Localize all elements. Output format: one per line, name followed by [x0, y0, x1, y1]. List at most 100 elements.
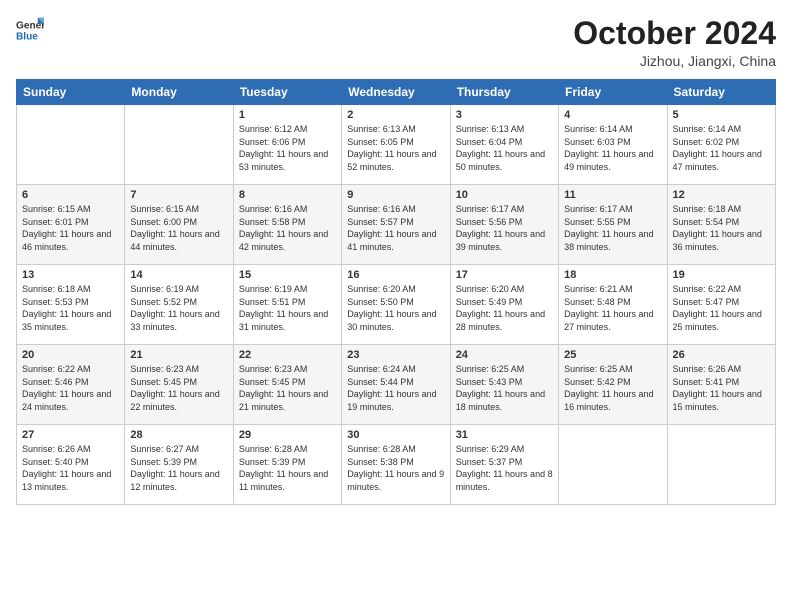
- weekday-header-saturday: Saturday: [667, 80, 775, 105]
- day-number: 16: [347, 269, 444, 281]
- calendar-cell: 13 Sunrise: 6:18 AM Sunset: 5:53 PM Dayli…: [17, 265, 125, 345]
- day-number: 3: [456, 109, 553, 121]
- title-block: October 2024 Jizhou, Jiangxi, China: [573, 16, 776, 69]
- calendar-cell: [559, 425, 667, 505]
- calendar-cell: 22Sunrise: 6:23 AM Sunset: 5:45 PM Dayli…: [233, 345, 341, 425]
- calendar-cell: 1 Sunrise: 6:12 AM Sunset: 6:06 PM Daylig…: [233, 105, 341, 185]
- generalblue-icon: General Blue: [16, 16, 44, 44]
- calendar-week-4: 20 Sunrise: 6:22 AM Sunset: 5:46 PM Dayli…: [17, 345, 776, 425]
- calendar-cell: 14 Sunrise: 6:19 AM Sunset: 5:52 PM Dayli…: [125, 265, 233, 345]
- calendar-cell: 21 Sunrise: 6:23 AM Sunset: 5:45 PM Dayli…: [125, 345, 233, 425]
- day-number: 15: [239, 269, 336, 281]
- cell-info: Sunrise: 6:15 AM Sunset: 6:00 PM Dayligh…: [130, 203, 227, 253]
- day-number: 18: [564, 269, 661, 281]
- day-number: 29: [239, 429, 336, 441]
- day-number: 20: [22, 349, 119, 361]
- cell-info: Sunrise: 6:19 AM Sunset: 5:52 PM Dayligh…: [130, 283, 227, 333]
- cell-info: Sunrise: 6:17 AM Sunset: 5:55 PM Dayligh…: [564, 203, 661, 253]
- cell-info: Sunrise: 6:14 AM Sunset: 6:03 PM Dayligh…: [564, 123, 661, 173]
- calendar-cell: 25Sunrise: 6:25 AM Sunset: 5:42 PM Dayli…: [559, 345, 667, 425]
- day-number: 17: [456, 269, 553, 281]
- calendar-cell: 30 Sunrise: 6:28 AM Sunset: 5:38 PM Dayli…: [342, 425, 450, 505]
- cell-info: Sunrise: 6:23 AM Sunset: 5:45 PM Dayligh…: [130, 363, 227, 413]
- weekday-header-sunday: Sunday: [17, 80, 125, 105]
- calendar-week-1: 1 Sunrise: 6:12 AM Sunset: 6:06 PM Daylig…: [17, 105, 776, 185]
- cell-info: Sunrise: 6:26 AM Sunset: 5:40 PM Dayligh…: [22, 443, 119, 493]
- calendar-cell: 24 Sunrise: 6:25 AM Sunset: 5:43 PM Dayli…: [450, 345, 558, 425]
- day-number: 10: [456, 189, 553, 201]
- cell-info: Sunrise: 6:24 AM Sunset: 5:44 PM Dayligh…: [347, 363, 444, 413]
- calendar-cell: 6 Sunrise: 6:15 AM Sunset: 6:01 PM Daylig…: [17, 185, 125, 265]
- calendar-week-5: 27 Sunrise: 6:26 AM Sunset: 5:40 PM Dayli…: [17, 425, 776, 505]
- day-number: 6: [22, 189, 119, 201]
- cell-info: Sunrise: 6:22 AM Sunset: 5:46 PM Dayligh…: [22, 363, 119, 413]
- cell-info: Sunrise: 6:19 AM Sunset: 5:51 PM Dayligh…: [239, 283, 336, 333]
- calendar-cell: 8 Sunrise: 6:16 AM Sunset: 5:58 PM Daylig…: [233, 185, 341, 265]
- cell-info: Sunrise: 6:20 AM Sunset: 5:49 PM Dayligh…: [456, 283, 553, 333]
- calendar-cell: 7 Sunrise: 6:15 AM Sunset: 6:00 PM Daylig…: [125, 185, 233, 265]
- cell-info: Sunrise: 6:14 AM Sunset: 6:02 PM Dayligh…: [673, 123, 770, 173]
- weekday-header-friday: Friday: [559, 80, 667, 105]
- day-number: 21: [130, 349, 227, 361]
- calendar-cell: 27 Sunrise: 6:26 AM Sunset: 5:40 PM Dayli…: [17, 425, 125, 505]
- day-number: 28: [130, 429, 227, 441]
- weekday-header-tuesday: Tuesday: [233, 80, 341, 105]
- day-number: 27: [22, 429, 119, 441]
- weekday-header-wednesday: Wednesday: [342, 80, 450, 105]
- calendar-week-2: 6 Sunrise: 6:15 AM Sunset: 6:01 PM Daylig…: [17, 185, 776, 265]
- cell-info: Sunrise: 6:13 AM Sunset: 6:04 PM Dayligh…: [456, 123, 553, 173]
- calendar-cell: 2Sunrise: 6:13 AM Sunset: 6:05 PM Daylig…: [342, 105, 450, 185]
- day-number: 8: [239, 189, 336, 201]
- calendar-cell: 9Sunrise: 6:16 AM Sunset: 5:57 PM Daylig…: [342, 185, 450, 265]
- cell-info: Sunrise: 6:17 AM Sunset: 5:56 PM Dayligh…: [456, 203, 553, 253]
- calendar-cell: 19Sunrise: 6:22 AM Sunset: 5:47 PM Dayli…: [667, 265, 775, 345]
- calendar-cell: [17, 105, 125, 185]
- cell-info: Sunrise: 6:13 AM Sunset: 6:05 PM Dayligh…: [347, 123, 444, 173]
- calendar-cell: [125, 105, 233, 185]
- day-number: 31: [456, 429, 553, 441]
- cell-info: Sunrise: 6:12 AM Sunset: 6:06 PM Dayligh…: [239, 123, 336, 173]
- calendar-cell: 31Sunrise: 6:29 AM Sunset: 5:37 PM Dayli…: [450, 425, 558, 505]
- calendar-cell: 15 Sunrise: 6:19 AM Sunset: 5:51 PM Dayli…: [233, 265, 341, 345]
- day-number: 7: [130, 189, 227, 201]
- cell-info: Sunrise: 6:21 AM Sunset: 5:48 PM Dayligh…: [564, 283, 661, 333]
- calendar-cell: 5Sunrise: 6:14 AM Sunset: 6:02 PM Daylig…: [667, 105, 775, 185]
- logo: General Blue: [16, 16, 44, 44]
- location: Jizhou, Jiangxi, China: [573, 53, 776, 69]
- calendar-cell: 20 Sunrise: 6:22 AM Sunset: 5:46 PM Dayli…: [17, 345, 125, 425]
- month-title: October 2024: [573, 16, 776, 51]
- svg-text:Blue: Blue: [16, 31, 38, 42]
- day-number: 4: [564, 109, 661, 121]
- calendar-cell: 18 Sunrise: 6:21 AM Sunset: 5:48 PM Dayli…: [559, 265, 667, 345]
- cell-info: Sunrise: 6:18 AM Sunset: 5:53 PM Dayligh…: [22, 283, 119, 333]
- day-number: 26: [673, 349, 770, 361]
- cell-info: Sunrise: 6:25 AM Sunset: 5:42 PM Dayligh…: [564, 363, 661, 413]
- calendar-cell: 23Sunrise: 6:24 AM Sunset: 5:44 PM Dayli…: [342, 345, 450, 425]
- calendar-cell: 4 Sunrise: 6:14 AM Sunset: 6:03 PM Daylig…: [559, 105, 667, 185]
- calendar-cell: 10 Sunrise: 6:17 AM Sunset: 5:56 PM Dayli…: [450, 185, 558, 265]
- calendar-cell: 12Sunrise: 6:18 AM Sunset: 5:54 PM Dayli…: [667, 185, 775, 265]
- cell-info: Sunrise: 6:16 AM Sunset: 5:58 PM Dayligh…: [239, 203, 336, 253]
- cell-info: Sunrise: 6:23 AM Sunset: 5:45 PM Dayligh…: [239, 363, 336, 413]
- day-number: 14: [130, 269, 227, 281]
- day-number: 13: [22, 269, 119, 281]
- calendar-cell: 29 Sunrise: 6:28 AM Sunset: 5:39 PM Dayli…: [233, 425, 341, 505]
- cell-info: Sunrise: 6:20 AM Sunset: 5:50 PM Dayligh…: [347, 283, 444, 333]
- cell-info: Sunrise: 6:22 AM Sunset: 5:47 PM Dayligh…: [673, 283, 770, 333]
- cell-info: Sunrise: 6:15 AM Sunset: 6:01 PM Dayligh…: [22, 203, 119, 253]
- calendar-table: SundayMondayTuesdayWednesdayThursdayFrid…: [16, 79, 776, 505]
- weekday-header-monday: Monday: [125, 80, 233, 105]
- calendar-cell: 16 Sunrise: 6:20 AM Sunset: 5:50 PM Dayli…: [342, 265, 450, 345]
- day-number: 30: [347, 429, 444, 441]
- day-number: 1: [239, 109, 336, 121]
- cell-info: Sunrise: 6:28 AM Sunset: 5:39 PM Dayligh…: [239, 443, 336, 493]
- day-number: 24: [456, 349, 553, 361]
- cell-info: Sunrise: 6:25 AM Sunset: 5:43 PM Dayligh…: [456, 363, 553, 413]
- cell-info: Sunrise: 6:16 AM Sunset: 5:57 PM Dayligh…: [347, 203, 444, 253]
- cell-info: Sunrise: 6:26 AM Sunset: 5:41 PM Dayligh…: [673, 363, 770, 413]
- day-number: 11: [564, 189, 661, 201]
- cell-info: Sunrise: 6:28 AM Sunset: 5:38 PM Dayligh…: [347, 443, 444, 493]
- day-number: 12: [673, 189, 770, 201]
- calendar-cell: 17 Sunrise: 6:20 AM Sunset: 5:49 PM Dayli…: [450, 265, 558, 345]
- calendar-week-3: 13 Sunrise: 6:18 AM Sunset: 5:53 PM Dayli…: [17, 265, 776, 345]
